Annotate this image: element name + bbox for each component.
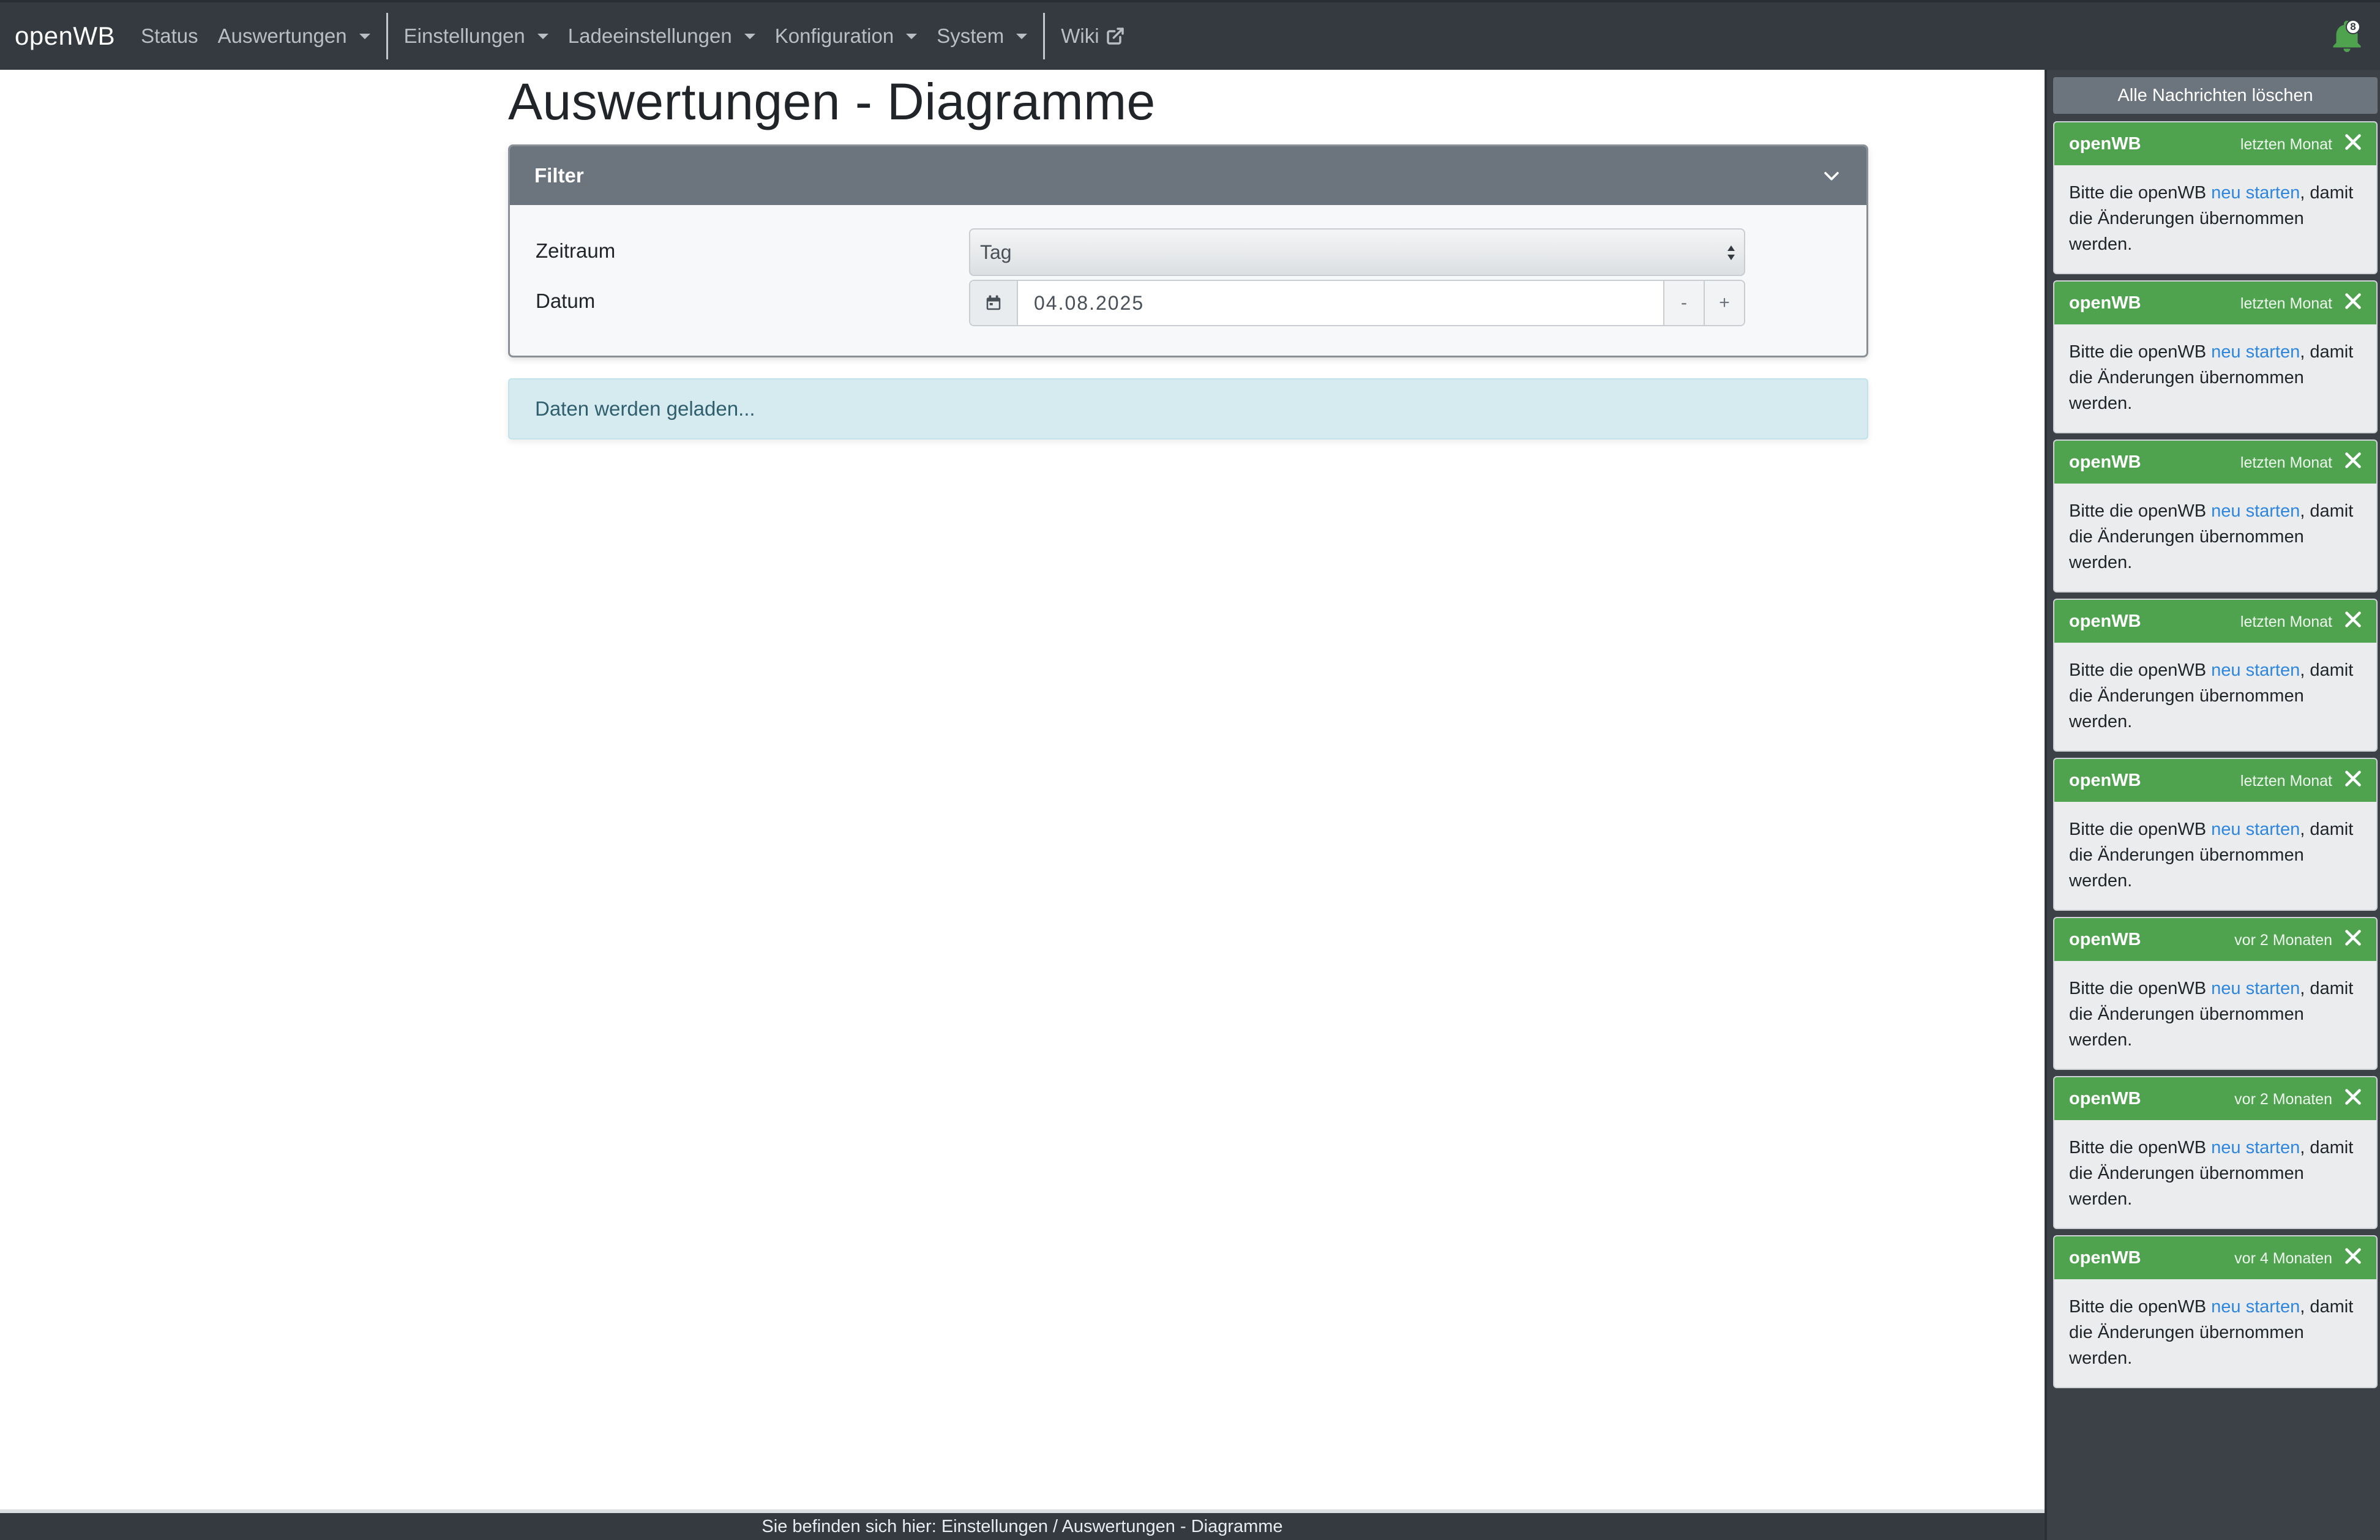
toast-body: Bitte die openWB neu starten, damit die …: [2069, 979, 2354, 1050]
toast-time: vor 2 Monaten: [2234, 932, 2332, 949]
toast-source: openWB: [2069, 770, 2141, 790]
toast-source: openWB: [2069, 452, 2141, 472]
notification-panel: Alle Nachrichten löschen openWB letzten …: [2045, 70, 2380, 1540]
toast-header: openWB vor 4 Monaten: [2054, 1236, 2376, 1279]
notification-toast: openWB vor 2 Monaten Bitte die openWB ne…: [2053, 1076, 2378, 1229]
nav-system[interactable]: System: [937, 24, 1028, 48]
nav-ladeeinstellungen[interactable]: Ladeeinstellungen: [568, 24, 755, 48]
external-link-icon: [1106, 26, 1125, 46]
date-increment-button[interactable]: +: [1704, 281, 1744, 325]
datum-input-group: - +: [969, 280, 1745, 326]
restart-link[interactable]: neu starten: [2211, 342, 2300, 362]
nav-auswertungen[interactable]: Auswertungen: [218, 24, 370, 48]
toast-body: Bitte die openWB neu starten, damit die …: [2069, 342, 2354, 413]
clear-all-notifications-button[interactable]: Alle Nachrichten löschen: [2053, 77, 2378, 114]
chevron-down-icon: [1824, 171, 1839, 181]
nav-wiki[interactable]: Wiki: [1061, 24, 1125, 48]
filter-card-header[interactable]: Filter: [510, 146, 1866, 205]
caret-down-icon: [906, 33, 918, 39]
notifications-bell[interactable]: 8: [2329, 18, 2365, 55]
toast-time: vor 2 Monaten: [2234, 1091, 2332, 1108]
toast-time: letzten Monat: [2240, 613, 2332, 630]
filter-title: Filter: [534, 164, 584, 187]
zeitraum-select[interactable]: Tag: [969, 228, 1745, 276]
footer-breadcrumb: Sie befinden sich hier: Einstellungen / …: [0, 1509, 2045, 1540]
toast-body: Bitte die openWB neu starten, damit die …: [2069, 820, 2354, 891]
toast-time: vor 4 Monaten: [2234, 1250, 2332, 1267]
toast-header: openWB letzten Monat: [2054, 122, 2376, 165]
page-title: Auswertungen - Diagramme: [508, 73, 1156, 130]
close-icon[interactable]: [2342, 1086, 2364, 1108]
nav-separator: [386, 13, 388, 59]
caret-down-icon: [744, 33, 755, 39]
restart-link[interactable]: neu starten: [2211, 820, 2300, 839]
toast-source: openWB: [2069, 293, 2141, 313]
notification-toast: openWB vor 4 Monaten Bitte die openWB ne…: [2053, 1235, 2378, 1388]
close-icon[interactable]: [2342, 608, 2364, 630]
datum-input[interactable]: [1018, 281, 1663, 325]
calendar-button[interactable]: [970, 281, 1018, 325]
zeitraum-selected-value: Tag: [980, 241, 1012, 263]
nav-konfiguration[interactable]: Konfiguration: [775, 24, 918, 48]
notification-count-badge: 8: [2346, 20, 2360, 34]
restart-link[interactable]: neu starten: [2211, 979, 2300, 998]
toast-source: openWB: [2069, 1088, 2141, 1108]
caret-down-icon: [1016, 33, 1028, 39]
close-icon[interactable]: [2342, 131, 2364, 153]
toast-body: Bitte die openWB neu starten, damit die …: [2069, 1138, 2354, 1209]
toast-header: openWB letzten Monat: [2054, 600, 2376, 643]
calendar-icon: [986, 295, 1001, 310]
toast-body: Bitte die openWB neu starten, damit die …: [2069, 183, 2354, 254]
toast-source: openWB: [2069, 1247, 2141, 1268]
datum-label: Datum: [536, 290, 596, 312]
close-icon[interactable]: [2342, 927, 2364, 949]
restart-link[interactable]: neu starten: [2211, 183, 2300, 203]
loading-alert: Daten werden geladen...: [508, 378, 1868, 439]
filter-card: Filter Zeitraum Tag Datum 04.08.2025 - +: [508, 144, 1868, 357]
toast-header: openWB letzten Monat: [2054, 282, 2376, 324]
restart-link[interactable]: neu starten: [2211, 501, 2300, 521]
close-icon[interactable]: [2342, 449, 2364, 471]
toast-body: Bitte die openWB neu starten, damit die …: [2069, 1297, 2354, 1368]
select-arrows-icon: [1727, 245, 1735, 260]
close-icon[interactable]: [2342, 290, 2364, 312]
notification-toast: openWB letzten Monat Bitte die openWB ne…: [2053, 121, 2378, 274]
brand-logo[interactable]: openWB: [15, 21, 115, 51]
restart-link[interactable]: neu starten: [2211, 1297, 2300, 1317]
notification-toast: openWB letzten Monat Bitte die openWB ne…: [2053, 758, 2378, 911]
notification-toast: openWB letzten Monat Bitte die openWB ne…: [2053, 439, 2378, 592]
notification-toast: openWB letzten Monat Bitte die openWB ne…: [2053, 599, 2378, 752]
restart-link[interactable]: neu starten: [2211, 660, 2300, 680]
caret-down-icon: [359, 33, 370, 39]
toast-header: openWB letzten Monat: [2054, 759, 2376, 802]
toast-header: openWB vor 2 Monaten: [2054, 918, 2376, 961]
zeitraum-label: Zeitraum: [536, 239, 616, 262]
toast-body: Bitte die openWB neu starten, damit die …: [2069, 660, 2354, 731]
navbar: openWB Status Auswertungen Einstellungen…: [0, 0, 2380, 70]
toast-body: Bitte die openWB neu starten, damit die …: [2069, 501, 2354, 572]
toast-source: openWB: [2069, 611, 2141, 631]
date-decrement-button[interactable]: -: [1663, 281, 1704, 325]
notification-toast: openWB vor 2 Monaten Bitte die openWB ne…: [2053, 917, 2378, 1070]
toast-header: openWB letzten Monat: [2054, 441, 2376, 484]
toast-time: letzten Monat: [2240, 295, 2332, 312]
toast-time: letzten Monat: [2240, 772, 2332, 790]
filter-card-body: Zeitraum Tag Datum - +: [510, 205, 1866, 356]
toast-source: openWB: [2069, 929, 2141, 949]
nav-einstellungen[interactable]: Einstellungen: [404, 24, 548, 48]
close-icon[interactable]: [2342, 1245, 2364, 1267]
caret-down-icon: [537, 33, 548, 39]
toast-source: openWB: [2069, 133, 2141, 154]
close-icon[interactable]: [2342, 768, 2364, 790]
notification-toast: openWB letzten Monat Bitte die openWB ne…: [2053, 280, 2378, 433]
toast-time: letzten Monat: [2240, 454, 2332, 471]
toast-header: openWB vor 2 Monaten: [2054, 1077, 2376, 1120]
nav-separator: [1043, 13, 1046, 59]
nav-status[interactable]: Status: [141, 24, 198, 48]
restart-link[interactable]: neu starten: [2211, 1138, 2300, 1157]
toast-time: letzten Monat: [2240, 136, 2332, 153]
